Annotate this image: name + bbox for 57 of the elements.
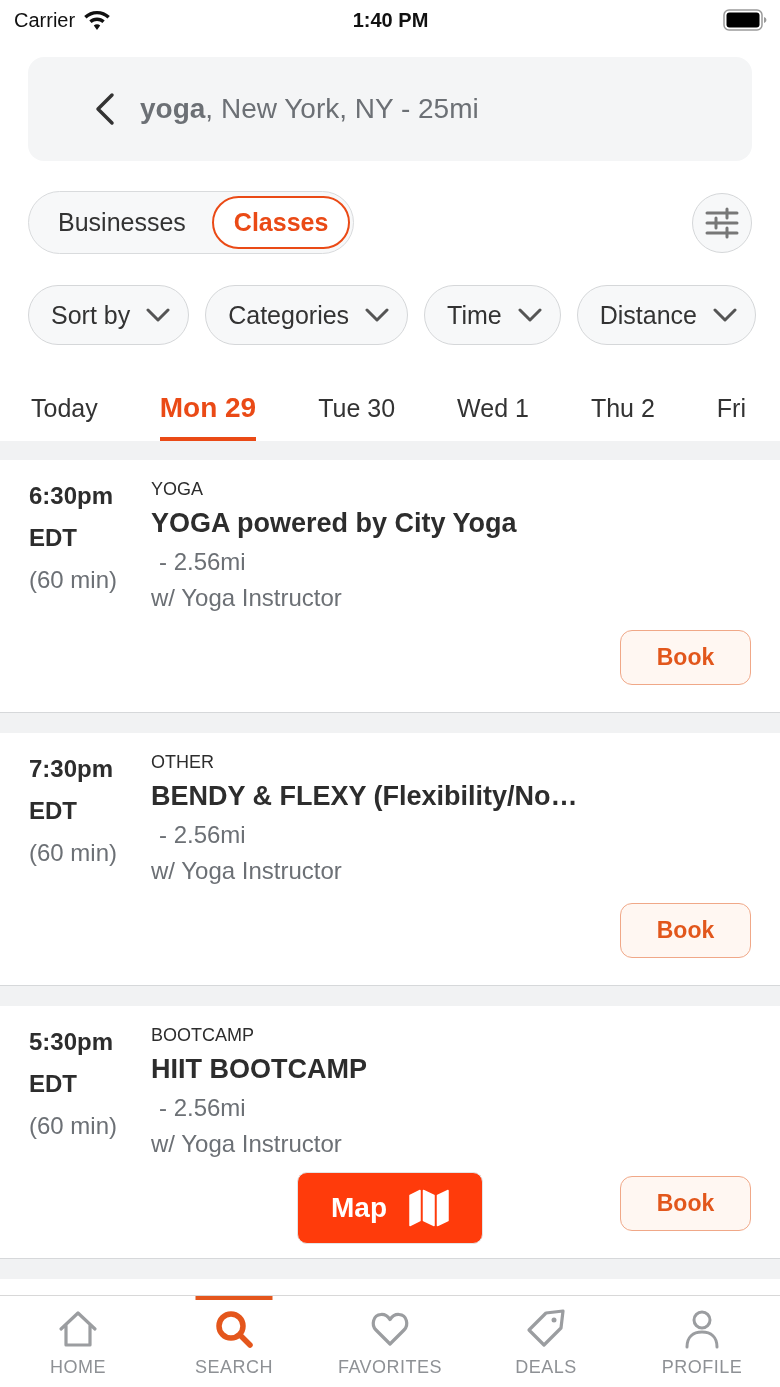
segment-tab[interactable]: Businesses <box>32 196 212 249</box>
segment-tab[interactable]: Classes <box>211 196 351 249</box>
tab-bar-item[interactable]: DEALS <box>468 1296 624 1387</box>
search-icon <box>214 1309 254 1349</box>
instructor-name: w/ Yoga Instructor <box>151 583 342 613</box>
tag-icon <box>526 1309 566 1349</box>
map-button[interactable]: Map <box>297 1172 483 1244</box>
book-button[interactable]: Book <box>620 903 751 958</box>
class-distance: - 2.56mi <box>158 1093 246 1123</box>
class-duration: (60 min) <box>29 838 119 868</box>
date-tab[interactable]: Today <box>31 375 98 441</box>
home-icon <box>58 1309 98 1349</box>
tab-bar-item[interactable]: PROFILE <box>624 1296 780 1387</box>
book-button[interactable]: Book <box>620 1176 751 1231</box>
time-zone: EDT <box>29 796 78 826</box>
class-duration: (60 min) <box>29 1111 119 1141</box>
class-distance: - 2.56mi <box>158 547 246 577</box>
date-tab[interactable]: Thu 2 <box>590 375 655 441</box>
filter-chip[interactable]: Time <box>424 285 561 345</box>
chevron-down-icon <box>713 308 737 322</box>
carrier-label: Carrier <box>14 8 76 32</box>
class-time: 6:30pm <box>29 481 115 511</box>
tab-bar-item[interactable]: SEARCH <box>156 1296 312 1387</box>
search-query: yoga, New York, NY - 25mi <box>140 93 479 125</box>
search-field[interactable]: yoga, New York, NY - 25mi <box>28 57 752 161</box>
date-tab[interactable]: Tue 30 <box>318 375 396 441</box>
filter-chip[interactable]: Categories <box>205 285 409 345</box>
class-duration: (60 min) <box>29 565 119 595</box>
battery-icon <box>723 9 767 31</box>
class-distance: - 2.56mi <box>158 820 246 850</box>
class-category: YOGA <box>151 478 203 501</box>
date-tab[interactable]: Fri <box>716 375 746 441</box>
class-category: OTHER <box>151 751 214 774</box>
sliders-icon <box>705 206 739 239</box>
chevron-down-icon <box>517 308 542 322</box>
class-time: 7:30pm <box>29 754 115 784</box>
chevron-down-icon <box>146 308 171 322</box>
class-title: BENDY & FLEXY (Flexibility/No… <box>151 780 578 813</box>
wifi-icon <box>83 9 112 31</box>
back-icon[interactable] <box>94 92 116 126</box>
class-title: YOGA powered by City Yoga <box>151 507 517 540</box>
filter-chip[interactable]: Sort by <box>28 285 190 345</box>
instructor-name: w/ Yoga Instructor <box>151 856 342 886</box>
tab-bar-item[interactable]: HOME <box>0 1296 156 1387</box>
tab-bar-item[interactable]: FAVORITES <box>312 1296 468 1387</box>
time-zone: EDT <box>29 1069 78 1099</box>
class-title: HIIT BOOTCAMP <box>151 1053 367 1086</box>
class-category: BOOTCAMP <box>151 1024 254 1047</box>
filter-chip[interactable]: Distance <box>576 285 756 345</box>
status-time: 1:40 PM <box>352 8 429 32</box>
book-button[interactable]: Book <box>620 630 751 685</box>
instructor-name: w/ Yoga Instructor <box>151 1129 342 1159</box>
time-zone: EDT <box>29 523 78 553</box>
date-tab[interactable]: Wed 1 <box>457 375 529 441</box>
class-time: 5:30pm <box>29 1027 115 1057</box>
chevron-down-icon <box>365 308 390 322</box>
map-icon <box>409 1189 449 1227</box>
